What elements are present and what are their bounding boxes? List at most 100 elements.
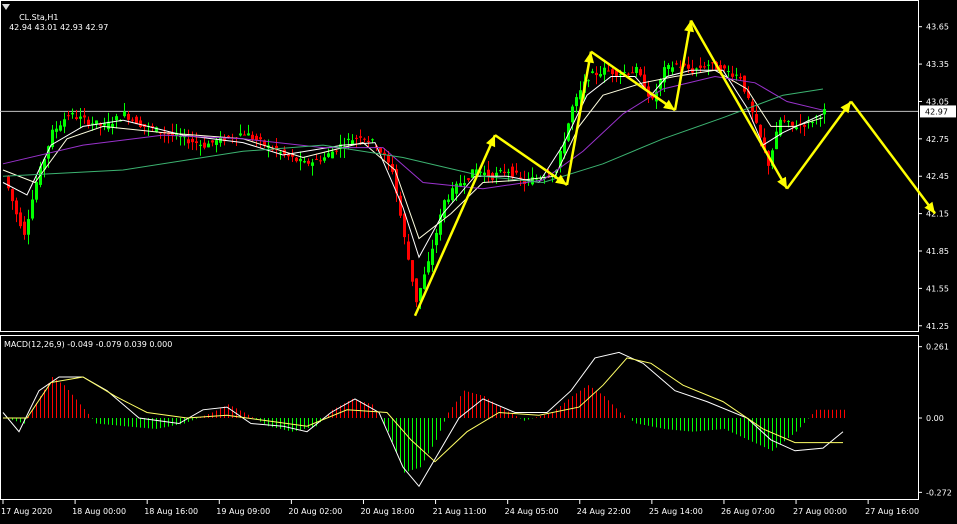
candle-body [367,140,370,142]
candle-body [127,113,130,120]
trend-arrow-line [849,100,937,215]
price-y-tick-label: 43.35 [926,60,949,69]
x-tick-label: 27 Aug 16:00 [865,507,919,516]
price-y-tick-label: 42.45 [926,172,949,181]
candle-body [699,65,702,68]
candle-body [451,188,454,201]
candle-body [739,76,742,79]
candle-body [79,116,82,119]
x-tick-label: 18 Aug 16:00 [144,507,198,516]
candle-body [35,182,38,200]
candle-body [671,67,674,72]
price-y-tick-label: 41.85 [926,247,949,256]
candle-body [599,74,602,77]
candle-body [83,115,86,118]
candle-body [707,64,710,66]
price-y-tick-label: 43.05 [926,97,949,106]
candle-body [191,138,194,143]
x-tick-label: 26 Aug 07:00 [721,507,775,516]
x-tick-label: 20 Aug 18:00 [360,507,414,516]
x-tick-label: 25 Aug 14:00 [649,507,703,516]
candle-body [483,172,486,176]
candle-body [695,68,698,70]
candle-body [787,121,790,123]
ma-line-mid [2,69,824,240]
macd-y-tick-label: 0.00 [926,414,944,423]
candle-body [735,74,738,76]
price-y-tick-label: 42.75 [926,135,949,144]
candle-body [71,112,74,115]
candle-body [355,137,358,139]
candle-body [823,109,826,115]
candle-body [731,73,734,77]
candle-body [415,278,418,303]
current-price-label: 42.97 [925,107,948,116]
candle-body [795,127,798,130]
candle-body [15,200,18,215]
candle-body [19,212,22,227]
candle-body [587,80,590,82]
candle-body [311,162,314,166]
candle-body [303,161,306,163]
candle-body [603,67,606,75]
candle-body [251,134,254,140]
candle-body [755,114,758,123]
macd-header: MACD(12,26,9) -0.049 -0.079 0.039 0.000 [4,340,173,349]
candle-body [139,120,142,127]
candle-body [591,71,594,73]
candle-body [67,115,70,117]
candle-body [23,221,26,235]
chart-root: 43.65 43.35 43.05 42.75 42.45 42.15 41.85 41.55… [0,0,957,520]
trend-arrow-line [590,50,676,112]
candle-body [783,120,786,122]
candle-body [443,200,446,218]
candle-body [287,154,290,157]
price-panel-frame [0,0,919,332]
price-y-tick-label: 43.65 [926,23,949,32]
candle-body [199,144,202,146]
trend-arrow-head [663,99,675,111]
price-y-tick-label: 41.25 [926,322,949,331]
candle-body [351,140,354,145]
price-y-tick-label: 42.15 [926,210,949,219]
candle-body [607,70,610,72]
candle-body [687,64,690,69]
candle-body [611,69,614,75]
candle-body [631,72,634,74]
trend-arrow-line [689,19,789,190]
candle-body [487,169,490,177]
candle-body [259,137,262,140]
candle-body [791,121,794,126]
candle-body [435,232,438,246]
candle-body [203,142,206,148]
candle-body [775,131,778,150]
candle-body [227,135,230,138]
candle-body [299,158,302,162]
candle-body [331,151,334,159]
ma-line-fast [2,69,824,259]
candle-body [675,63,678,65]
candle-body [515,170,518,173]
candle-body [243,134,246,136]
candle-body [571,106,574,123]
candle-body [319,160,322,162]
candle-body [215,140,218,145]
candle-body [63,119,66,127]
candle-body [55,128,58,132]
candle-body [323,157,326,161]
candle-body [427,261,430,273]
candle-body [703,66,706,68]
ohlc-values: 42.94 43.01 42.93 42.97 [9,23,109,32]
candle-body [459,183,462,187]
candle-body [503,171,506,174]
symbol-label: CL.Sta,H1 [19,13,59,22]
candle-body [447,199,450,203]
candle-body [463,182,466,186]
candle-body [359,136,362,138]
candle-body [811,121,814,123]
candle-body [115,116,118,121]
x-tick-label: 21 Aug 11:00 [433,507,487,516]
candle-body [87,119,90,125]
candle-body [315,158,318,160]
candle-body [247,133,250,136]
